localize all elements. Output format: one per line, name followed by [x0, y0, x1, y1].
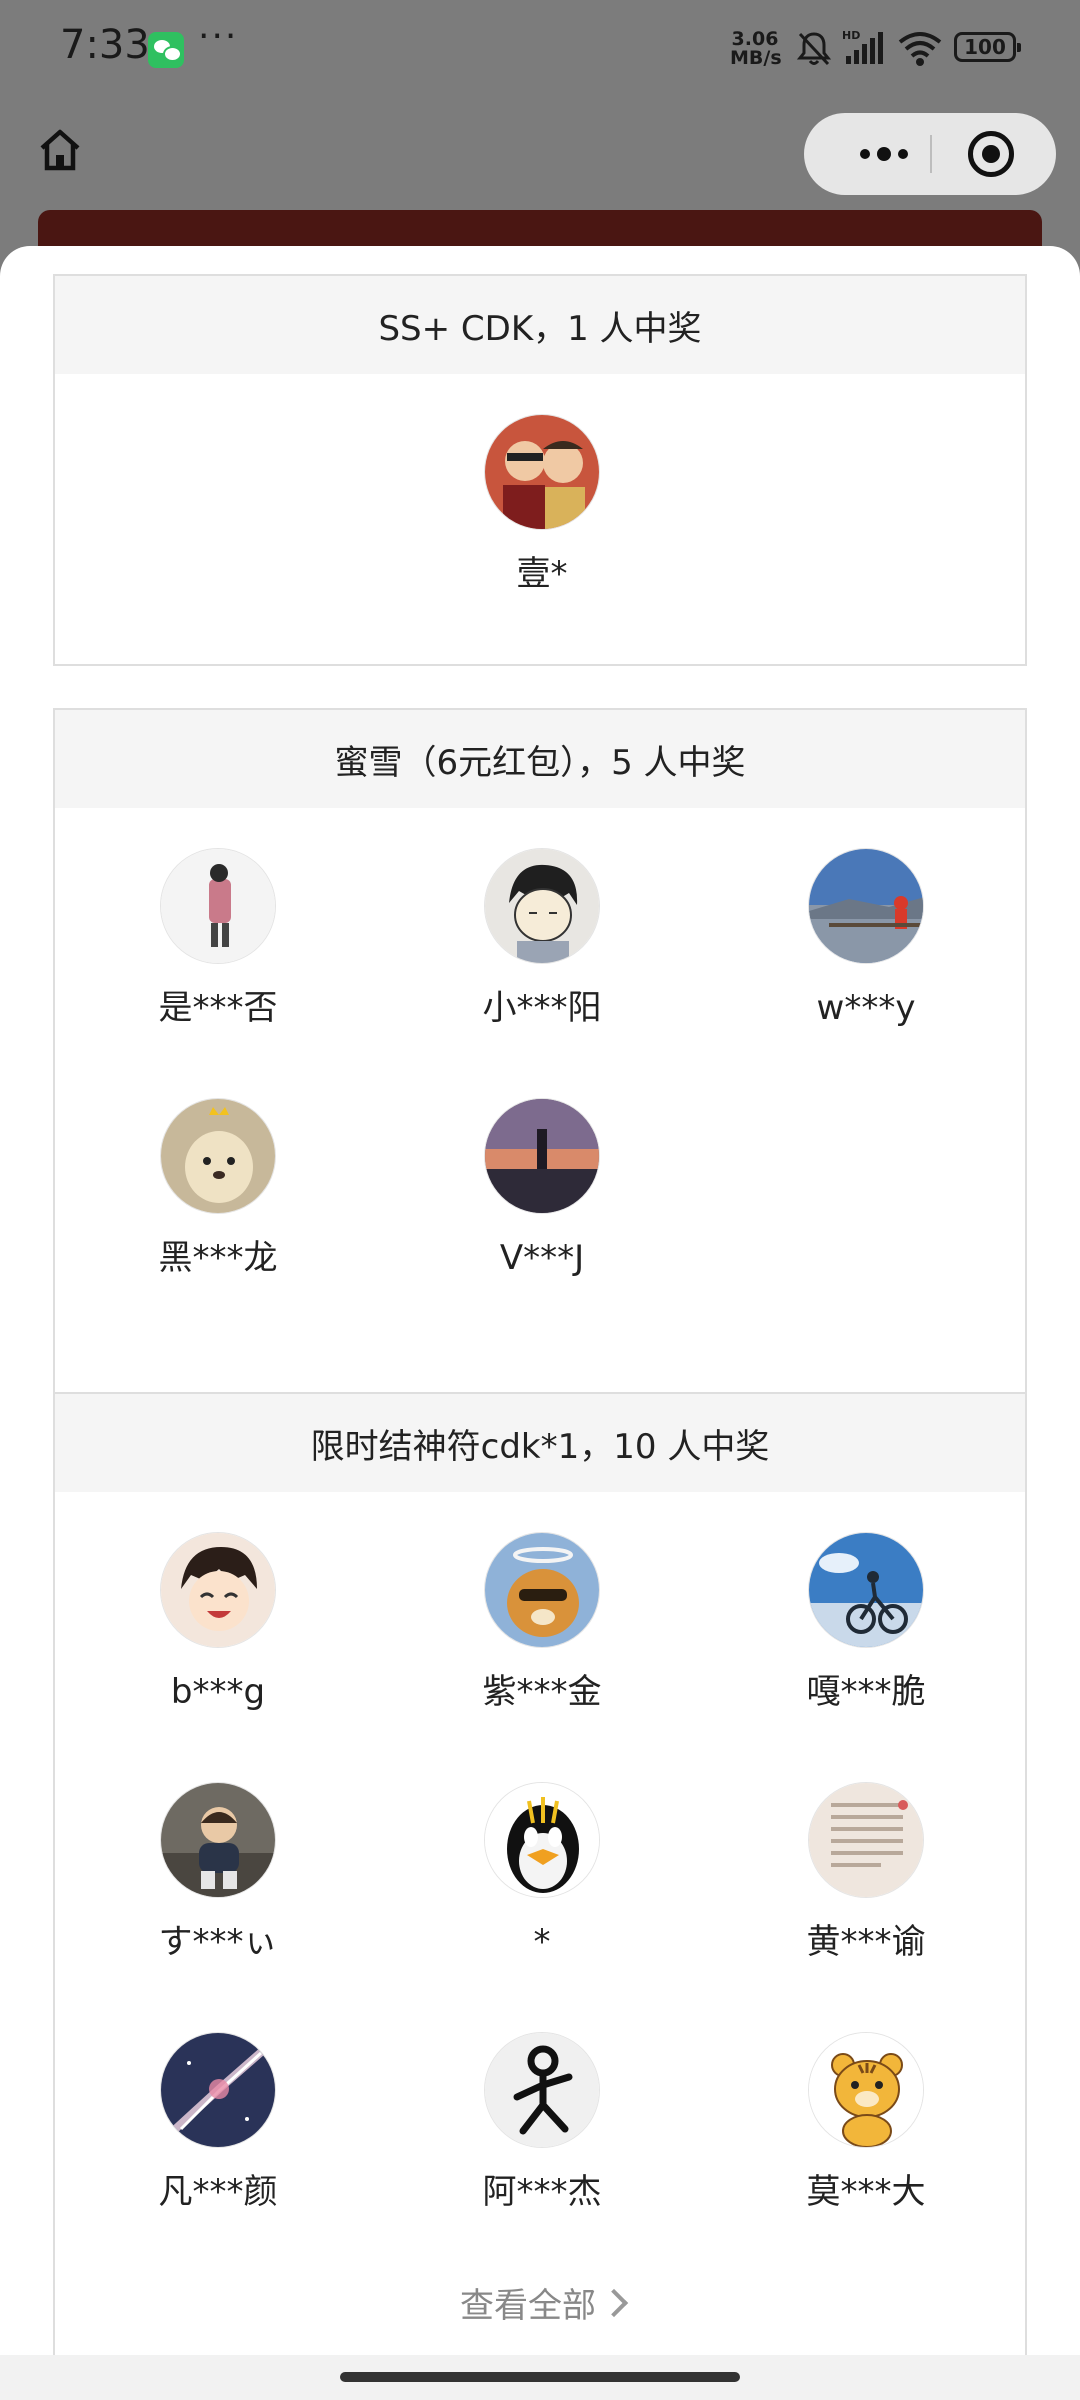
avatar	[160, 2032, 276, 2148]
winner-name: V***J	[499, 1238, 585, 1278]
more-dots-icon[interactable]	[834, 113, 934, 195]
winner-item: 阿***杰	[422, 2032, 662, 2214]
status-bar: 7:33 ··· 3.06 MB/s HD 100	[0, 0, 1080, 100]
winner-item: V***J	[422, 1098, 662, 1280]
network-speed-unit: MB/s	[730, 47, 782, 69]
avatar	[484, 1532, 600, 1648]
prize-card-talisman-cdk: 限时结神符cdk*1，10 人中奖 b***g 紫***金 嘎***脆 す***…	[53, 1392, 1027, 2400]
avatar	[484, 414, 600, 530]
avatar	[808, 1532, 924, 1648]
winner-name: す***ぃ	[158, 1922, 278, 1962]
avatar	[808, 2032, 924, 2148]
capsule-divider	[930, 135, 932, 173]
winner-item: 黄***谕	[746, 1782, 986, 1964]
chevron-right-icon	[599, 2288, 629, 2318]
avatar	[808, 1782, 924, 1898]
winner-name: 小***阳	[482, 988, 602, 1028]
winner-item: *	[422, 1782, 662, 1964]
winners-sheet: SS+ CDK，1 人中奖 壹* 蜜雪（6元红包），5 人中奖 是***否 小*…	[0, 246, 1080, 2400]
avatar	[160, 848, 276, 964]
winner-item: 莫***大	[746, 2032, 986, 2214]
winner-item: 紫***金	[422, 1532, 662, 1714]
winner-name: w***y	[816, 988, 916, 1028]
winner-name: 紫***金	[482, 1672, 602, 1712]
prize-title: SS+ CDK，1 人中奖	[55, 276, 1025, 374]
winner-item: w***y	[746, 848, 986, 1030]
view-all-label: 查看全部	[460, 2286, 596, 2326]
wifi-icon	[898, 32, 942, 66]
winner-name: b***g	[170, 1672, 266, 1712]
winner-name: *	[533, 1922, 551, 1962]
avatar	[160, 1098, 276, 1214]
winner-name: 壹*	[516, 554, 568, 594]
winner-item: 小***阳	[422, 848, 662, 1030]
network-type: HD	[842, 29, 860, 42]
battery-icon: 100	[954, 32, 1021, 62]
winner-item: b***g	[98, 1532, 338, 1714]
avatar	[160, 1532, 276, 1648]
winner-item: 嘎***脆	[746, 1532, 986, 1714]
network-speed: 3.06 MB/s	[730, 30, 782, 69]
winner-name: 阿***杰	[482, 2172, 602, 2212]
winner-item: 壹*	[422, 414, 662, 596]
avatar	[484, 1782, 600, 1898]
avatar	[160, 1782, 276, 1898]
status-more: ···	[198, 16, 239, 57]
winner-item: 是***否	[98, 848, 338, 1030]
winner-name: 黄***谕	[806, 1922, 926, 1962]
bell-off-icon	[796, 32, 832, 66]
winner-name: 黑***龙	[158, 1238, 278, 1278]
wechat-icon	[148, 32, 184, 68]
home-indicator[interactable]	[340, 2372, 740, 2382]
winner-name: 莫***大	[806, 2172, 926, 2212]
winner-item: 凡***颜	[98, 2032, 338, 2214]
prize-card-ss-cdk: SS+ CDK，1 人中奖 壹*	[53, 274, 1027, 666]
prize-title: 蜜雪（6元红包），5 人中奖	[55, 710, 1025, 808]
avatar	[808, 848, 924, 964]
winner-item: す***ぃ	[98, 1782, 338, 1964]
view-all-link[interactable]: 查看全部	[55, 2278, 1029, 2327]
capsule-menu	[804, 113, 1056, 195]
target-close-icon[interactable]	[968, 131, 1014, 177]
winner-item: 黑***龙	[98, 1098, 338, 1280]
signal-icon: HD	[842, 29, 883, 64]
avatar	[484, 1098, 600, 1214]
winner-name: 嘎***脆	[806, 1672, 926, 1712]
prize-title: 限时结神符cdk*1，10 人中奖	[55, 1394, 1025, 1492]
avatar	[484, 848, 600, 964]
winner-name: 是***否	[158, 988, 278, 1028]
avatar	[484, 2032, 600, 2148]
status-time: 7:33	[60, 22, 150, 68]
prize-card-mixue: 蜜雪（6元红包），5 人中奖 是***否 小***阳 w***y 黑***龙 V…	[53, 708, 1027, 1394]
winner-name: 凡***颜	[158, 2172, 278, 2212]
home-icon[interactable]	[36, 126, 84, 174]
